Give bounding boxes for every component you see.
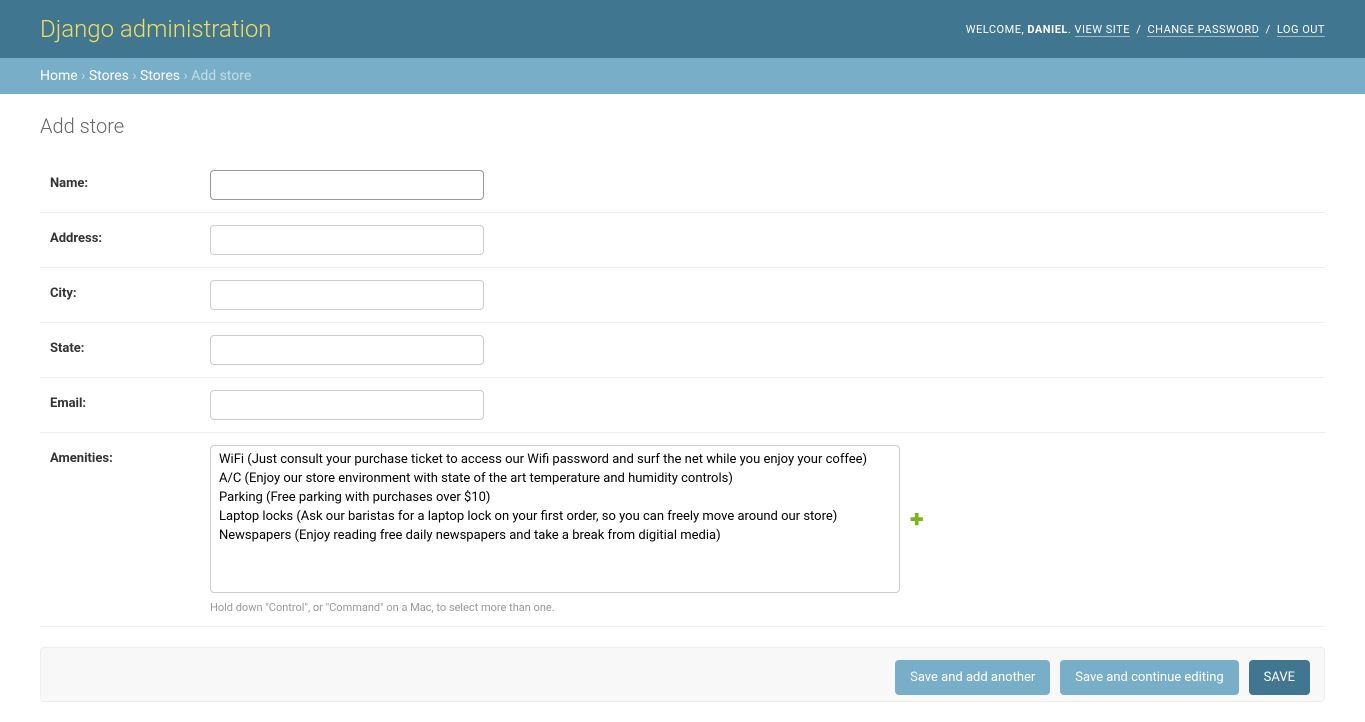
state-input[interactable]	[210, 335, 484, 365]
name-label: Name:	[50, 170, 210, 191]
form-row-state: State:	[40, 323, 1325, 378]
amenities-option[interactable]: WiFi (Just consult your purchase ticket …	[215, 450, 895, 469]
form-fieldset: Name: Address: City: State: Email: Ameni…	[40, 158, 1325, 627]
amenities-option[interactable]: Laptop locks (Ask our baristas for a lap…	[215, 507, 895, 526]
breadcrumb-model[interactable]: Stores	[140, 68, 180, 84]
plus-icon: ✚	[910, 510, 923, 529]
view-site-link[interactable]: VIEW SITE	[1075, 23, 1130, 37]
address-label: Address:	[50, 225, 210, 246]
branding: Django administration	[40, 15, 272, 43]
amenities-label: Amenities:	[50, 445, 210, 466]
breadcrumb-home[interactable]: Home	[40, 68, 78, 84]
form-row-city: City:	[40, 268, 1325, 323]
breadcrumb-app[interactable]: Stores	[89, 68, 129, 84]
page-title: Add store	[40, 114, 1325, 138]
site-title: Django administration	[40, 15, 272, 43]
user-tools: WELCOME, DANIEL. VIEW SITE / CHANGE PASS…	[966, 23, 1325, 36]
form-row-name: Name:	[40, 158, 1325, 213]
address-input[interactable]	[210, 225, 484, 255]
form-row-address: Address:	[40, 213, 1325, 268]
name-input[interactable]	[210, 170, 484, 200]
admin-header: Django administration WELCOME, DANIEL. V…	[0, 0, 1365, 58]
content: Add store Name: Address: City: State: Em…	[0, 94, 1365, 722]
breadcrumb: Home › Stores › Stores › Add store	[0, 58, 1365, 94]
logout-link[interactable]: LOG OUT	[1277, 23, 1325, 37]
save-add-another-button[interactable]: Save and add another	[895, 660, 1050, 695]
email-input[interactable]	[210, 390, 484, 420]
breadcrumb-current: Add store	[191, 68, 251, 84]
amenities-select[interactable]: WiFi (Just consult your purchase ticket …	[210, 445, 900, 593]
email-label: Email:	[50, 390, 210, 411]
amenities-option[interactable]: Parking (Free parking with purchases ove…	[215, 488, 895, 507]
save-button[interactable]: SAVE	[1249, 660, 1310, 695]
amenities-help: Hold down "Control", or "Command" on a M…	[210, 601, 923, 614]
form-row-email: Email:	[40, 378, 1325, 433]
state-label: State:	[50, 335, 210, 356]
amenities-option[interactable]: A/C (Enjoy our store environment with st…	[215, 469, 895, 488]
add-amenity-button[interactable]: ✚	[910, 510, 923, 529]
welcome-text: WELCOME,	[966, 23, 1028, 36]
city-input[interactable]	[210, 280, 484, 310]
submit-row: Save and add another Save and continue e…	[40, 647, 1325, 702]
save-continue-button[interactable]: Save and continue editing	[1060, 660, 1238, 695]
city-label: City:	[50, 280, 210, 301]
amenities-option[interactable]: Newspapers (Enjoy reading free daily new…	[215, 526, 895, 545]
change-password-link[interactable]: CHANGE PASSWORD	[1147, 23, 1259, 37]
username: DANIEL	[1027, 23, 1068, 36]
form-row-amenities: Amenities: WiFi (Just consult your purch…	[40, 433, 1325, 627]
